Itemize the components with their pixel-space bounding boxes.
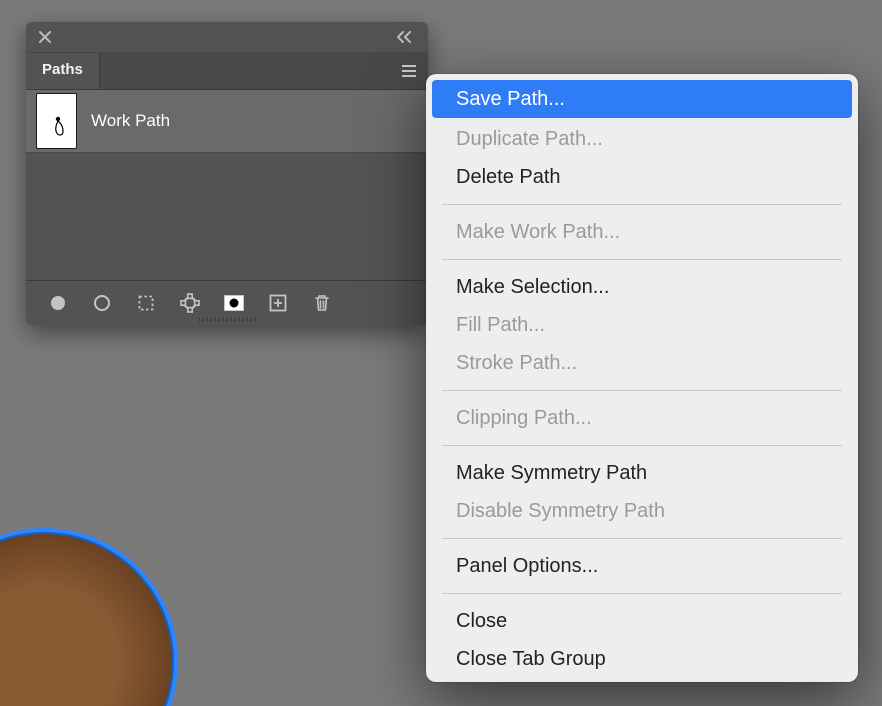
menu-item-stroke-path: Stroke Path...: [426, 344, 858, 382]
menu-separator: [442, 204, 842, 205]
panel-body: Work Path: [26, 90, 428, 280]
menu-item-clipping-path: Clipping Path...: [426, 399, 858, 437]
menu-separator: [442, 538, 842, 539]
panel-titlebar[interactable]: [26, 22, 428, 53]
menu-separator: [442, 259, 842, 260]
collapse-icon[interactable]: [394, 28, 418, 46]
menu-separator: [442, 390, 842, 391]
menu-item-panel-options[interactable]: Panel Options...: [426, 547, 858, 585]
menu-item-make-selection[interactable]: Make Selection...: [426, 268, 858, 306]
paths-panel-flyout-menu: Save Path...Duplicate Path...Delete Path…: [426, 74, 858, 682]
panel-menu-button[interactable]: [394, 53, 428, 89]
menu-item-close[interactable]: Close: [426, 602, 858, 640]
menu-item-save-path[interactable]: Save Path...: [432, 80, 852, 118]
menu-item-delete-path[interactable]: Delete Path: [426, 158, 858, 196]
resize-grip-icon[interactable]: [197, 311, 257, 329]
menu-separator: [442, 445, 842, 446]
menu-item-fill-path: Fill Path...: [426, 306, 858, 344]
path-row[interactable]: Work Path: [26, 90, 428, 153]
canvas-object-edge: [0, 528, 178, 706]
menu-item-disable-symmetry: Disable Symmetry Path: [426, 492, 858, 530]
path-thumbnail[interactable]: [36, 93, 77, 149]
delete-path-icon[interactable]: [302, 284, 342, 322]
paths-panel: Paths Work Path: [26, 22, 428, 325]
close-icon[interactable]: [36, 28, 54, 46]
tab-paths[interactable]: Paths: [26, 53, 100, 89]
menu-separator: [442, 593, 842, 594]
menu-item-close-tab-group[interactable]: Close Tab Group: [426, 640, 858, 678]
stroke-icon[interactable]: [82, 284, 122, 322]
menu-item-duplicate-path: Duplicate Path...: [426, 120, 858, 158]
selection-icon[interactable]: [126, 284, 166, 322]
panel-tabbar-spacer: [100, 53, 394, 89]
path-name-label: Work Path: [91, 111, 170, 131]
menu-item-make-work-path: Make Work Path...: [426, 213, 858, 251]
panel-tabbar: Paths: [26, 53, 428, 90]
new-path-icon[interactable]: [258, 284, 298, 322]
menu-item-make-symmetry[interactable]: Make Symmetry Path: [426, 454, 858, 492]
fill-with-foreground-icon[interactable]: [38, 284, 78, 322]
